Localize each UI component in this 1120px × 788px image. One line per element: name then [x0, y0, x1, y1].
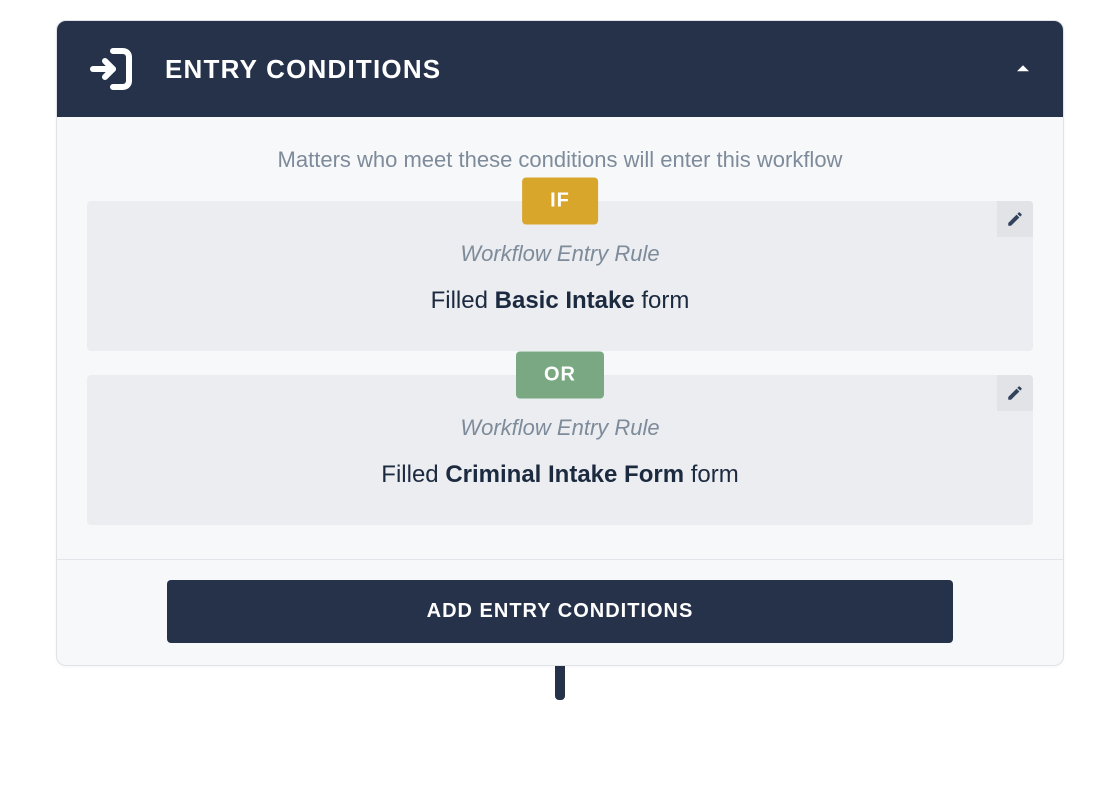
- rule-prefix: Filled: [381, 461, 445, 488]
- rule-bold: Basic Intake: [495, 287, 635, 314]
- rule-bold: Criminal Intake Form: [445, 461, 684, 488]
- pencil-icon: [1006, 384, 1024, 402]
- rule-wrapper-2: OR Workflow Entry Rule Filled Criminal I…: [87, 375, 1033, 525]
- workflow-connector: [555, 666, 565, 700]
- card-footer: ADD ENTRY CONDITIONS: [57, 559, 1063, 665]
- rule-suffix: form: [684, 461, 739, 488]
- collapse-button[interactable]: [1011, 57, 1035, 81]
- card-header: ENTRY CONDITIONS: [57, 21, 1063, 117]
- chevron-up-icon: [1014, 60, 1032, 78]
- if-chip: IF: [522, 178, 598, 225]
- rule-text: Filled Basic Intake form: [107, 287, 1013, 315]
- edit-rule-button[interactable]: [997, 375, 1033, 411]
- rule-wrapper-1: IF Workflow Entry Rule Filled Basic Inta…: [87, 201, 1033, 351]
- rule-prefix: Filled: [431, 287, 495, 314]
- rule-suffix: form: [635, 287, 690, 314]
- card-body: Matters who meet these conditions will e…: [57, 117, 1063, 559]
- edit-rule-button[interactable]: [997, 201, 1033, 237]
- entry-conditions-card: ENTRY CONDITIONS Matters who meet these …: [56, 20, 1064, 666]
- conditions-subtitle: Matters who meet these conditions will e…: [87, 147, 1033, 173]
- header-title: ENTRY CONDITIONS: [165, 54, 441, 85]
- rule-label: Workflow Entry Rule: [107, 241, 1013, 267]
- add-entry-conditions-button[interactable]: ADD ENTRY CONDITIONS: [167, 580, 953, 643]
- rule-text: Filled Criminal Intake Form form: [107, 461, 1013, 489]
- or-chip: OR: [516, 352, 604, 399]
- rule-label: Workflow Entry Rule: [107, 415, 1013, 441]
- pencil-icon: [1006, 210, 1024, 228]
- entry-icon: [89, 45, 137, 93]
